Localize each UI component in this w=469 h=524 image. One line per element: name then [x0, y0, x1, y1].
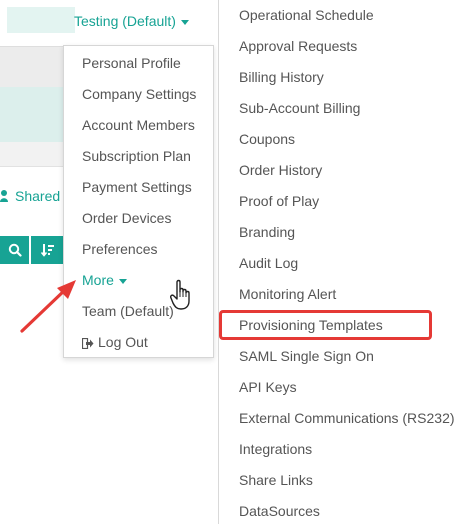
submenu-item-sub-account-billing[interactable]: Sub-Account Billing: [239, 100, 360, 116]
more-submenu: Operational Schedule Approval Requests B…: [218, 0, 469, 524]
red-arrow-annotation: [20, 280, 76, 333]
menu-item-payment-settings[interactable]: Payment Settings: [82, 179, 192, 195]
submenu-item-audit-log[interactable]: Audit Log: [239, 255, 298, 271]
account-dropdown-menu: Personal Profile Company Settings Accoun…: [63, 45, 214, 358]
submenu-item-share-links[interactable]: Share Links: [239, 472, 313, 488]
submenu-item-datasources[interactable]: DataSources: [239, 503, 320, 519]
menu-item-team-default[interactable]: Team (Default): [82, 303, 174, 319]
submenu-item-provisioning-templates[interactable]: Provisioning Templates: [239, 317, 383, 333]
users-icon: [0, 190, 8, 202]
menu-item-personal-profile[interactable]: Personal Profile: [82, 55, 181, 71]
menu-item-company-settings[interactable]: Company Settings: [82, 86, 196, 102]
submenu-item-branding[interactable]: Branding: [239, 224, 295, 240]
submenu-item-coupons[interactable]: Coupons: [239, 131, 295, 147]
sort-button[interactable]: [31, 236, 64, 264]
submenu-item-operational-schedule[interactable]: Operational Schedule: [239, 7, 374, 23]
menu-item-more-label: More: [82, 272, 114, 288]
submenu-item-integrations[interactable]: Integrations: [239, 441, 312, 457]
menu-item-log-out[interactable]: Log Out: [82, 334, 148, 350]
search-button[interactable]: [0, 236, 29, 264]
panel-divider: [0, 142, 64, 167]
submenu-item-order-history[interactable]: Order History: [239, 162, 322, 178]
selected-panel-band: [0, 87, 64, 142]
submenu-item-api-keys[interactable]: API Keys: [239, 379, 297, 395]
menu-item-preferences[interactable]: Preferences: [82, 241, 157, 257]
caret-down-icon: [180, 19, 189, 25]
menu-item-subscription-plan[interactable]: Subscription Plan: [82, 148, 191, 164]
submenu-item-proof-of-play[interactable]: Proof of Play: [239, 193, 319, 209]
menu-item-account-members[interactable]: Account Members: [82, 117, 195, 133]
caret-down-icon: [118, 278, 127, 284]
shared-tab[interactable]: Shared: [0, 188, 60, 204]
submenu-item-external-communications[interactable]: External Communications (RS232): [239, 410, 455, 426]
sort-icon: [40, 244, 54, 257]
hand-pointer-icon: [170, 279, 190, 310]
account-menu-toggle[interactable]: Testing (Default): [74, 13, 189, 29]
submenu-item-approval-requests[interactable]: Approval Requests: [239, 38, 357, 54]
toolbar-band: [0, 46, 64, 87]
menu-item-more[interactable]: More: [82, 272, 127, 288]
shared-tab-label: Shared: [15, 188, 61, 204]
sign-out-icon: [82, 338, 94, 349]
account-avatar: [7, 7, 75, 33]
menu-item-order-devices[interactable]: Order Devices: [82, 210, 171, 226]
submenu-item-billing-history[interactable]: Billing History: [239, 69, 324, 85]
submenu-item-monitoring-alert[interactable]: Monitoring Alert: [239, 286, 336, 302]
search-icon: [8, 243, 22, 257]
menu-item-log-out-label: Log Out: [98, 334, 148, 350]
submenu-item-saml-single-sign-on[interactable]: SAML Single Sign On: [239, 348, 374, 364]
account-label: Testing (Default): [74, 13, 176, 29]
